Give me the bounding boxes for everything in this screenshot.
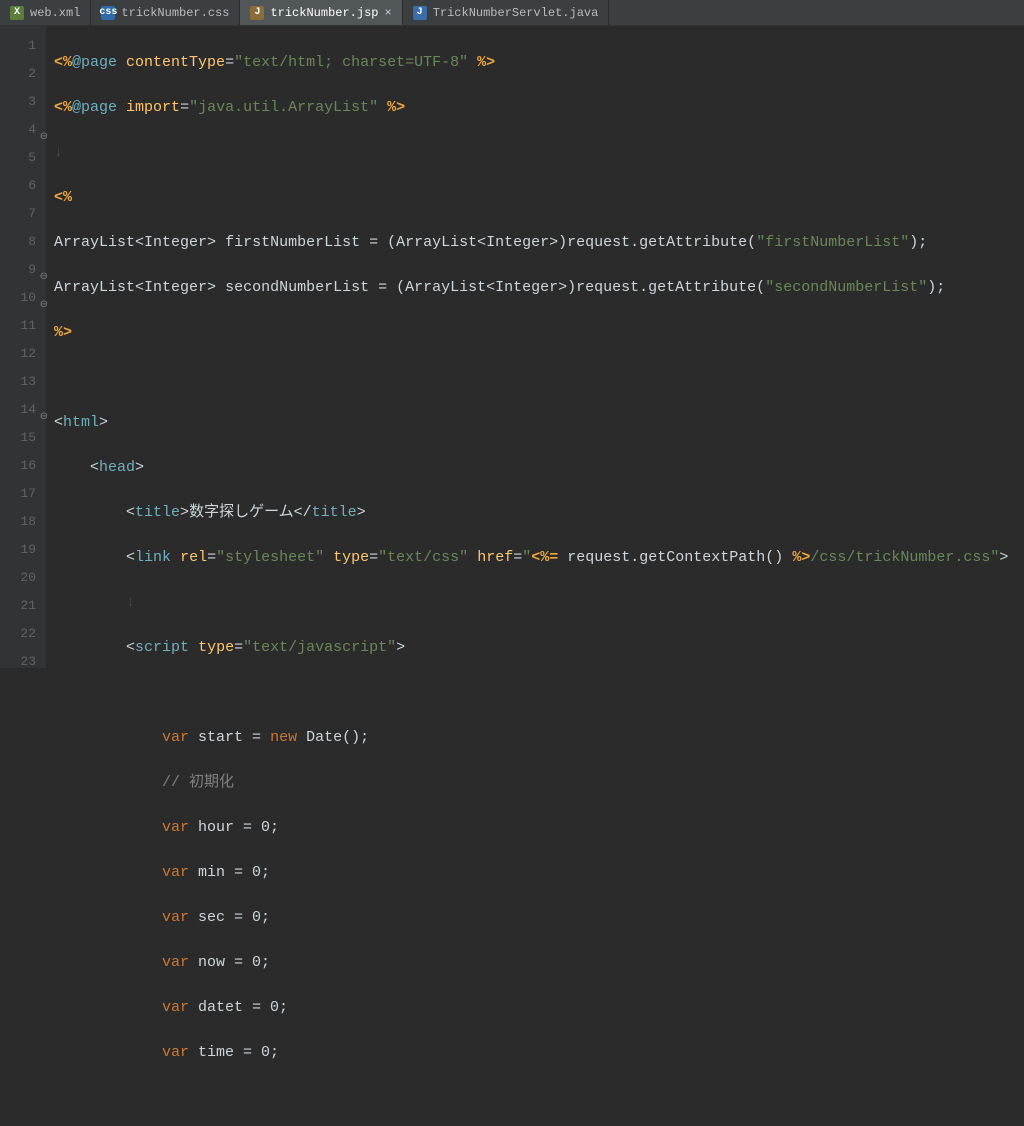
- fold-toggle-icon[interactable]: ⊖: [38, 292, 48, 302]
- fold-toggle-icon[interactable]: ⊖: [38, 124, 48, 134]
- line-number: 20: [0, 564, 46, 592]
- css-file-icon: css: [101, 6, 115, 20]
- tab-tricknumber-css[interactable]: css trickNumber.css: [91, 0, 240, 25]
- tab-servlet-java[interactable]: J TrickNumberServlet.java: [403, 0, 610, 25]
- line-number: 7: [0, 200, 46, 228]
- code-line: var hour = 0;: [54, 814, 1024, 842]
- line-number: 19: [0, 536, 46, 564]
- code-line: ArrayList<Integer> firstNumberList = (Ar…: [54, 229, 1024, 257]
- tab-label: trickNumber.jsp: [270, 6, 378, 20]
- code-line: <link rel="stylesheet" type="text/css" h…: [54, 544, 1024, 572]
- line-number-gutter: 1 2 3 4⊖ 5 6 7 8 9⊖ 10⊖ 11 12 13 14⊖ 15 …: [0, 26, 46, 668]
- code-line: var time = 0;: [54, 1039, 1024, 1067]
- code-line: <%@page contentType="text/html; charset=…: [54, 49, 1024, 77]
- tab-web-xml[interactable]: X web.xml: [0, 0, 91, 25]
- code-line: // 初期化: [54, 769, 1024, 797]
- tab-label: web.xml: [30, 6, 80, 20]
- code-line: ↓: [54, 139, 1024, 167]
- line-number: 8: [0, 228, 46, 256]
- code-line: <html>: [54, 409, 1024, 437]
- code-line: var min = 0;: [54, 859, 1024, 887]
- code-line: <script type="text/javascript">: [54, 634, 1024, 662]
- code-area[interactable]: <%@page contentType="text/html; charset=…: [46, 26, 1024, 668]
- line-number: 12: [0, 340, 46, 368]
- line-number: 14⊖: [0, 396, 46, 424]
- tab-label: TrickNumberServlet.java: [433, 6, 599, 20]
- code-line: var now = 0;: [54, 949, 1024, 977]
- xml-file-icon: X: [10, 6, 24, 20]
- code-editor: 1 2 3 4⊖ 5 6 7 8 9⊖ 10⊖ 11 12 13 14⊖ 15 …: [0, 26, 1024, 668]
- fold-toggle-icon[interactable]: ⊖: [38, 264, 48, 274]
- line-number: 15: [0, 424, 46, 452]
- code-line: <head>: [54, 454, 1024, 482]
- line-number: 17: [0, 480, 46, 508]
- line-number: 2: [0, 60, 46, 88]
- code-line: [54, 679, 1024, 707]
- line-number: 11: [0, 312, 46, 340]
- code-line: var start = new Date();: [54, 724, 1024, 752]
- line-number: 18: [0, 508, 46, 536]
- code-line: ArrayList<Integer> secondNumberList = (A…: [54, 274, 1024, 302]
- tab-label: trickNumber.css: [121, 6, 229, 20]
- code-line: <%@page import="java.util.ArrayList" %>: [54, 94, 1024, 122]
- code-line: var datet = 0;: [54, 994, 1024, 1022]
- line-number: 4⊖: [0, 116, 46, 144]
- code-line: [54, 364, 1024, 392]
- java-file-icon: J: [413, 6, 427, 20]
- close-icon[interactable]: ×: [384, 6, 391, 20]
- line-number: 3: [0, 88, 46, 116]
- code-line: var sec = 0;: [54, 904, 1024, 932]
- code-line: ↓: [54, 589, 1024, 617]
- line-number: 1: [0, 32, 46, 60]
- code-line: <%: [54, 184, 1024, 212]
- line-number: 13: [0, 368, 46, 396]
- jsp-file-icon: J: [250, 6, 264, 20]
- line-number: 16: [0, 452, 46, 480]
- editor-tabs: X web.xml css trickNumber.css J trickNum…: [0, 0, 1024, 26]
- line-number: 9⊖: [0, 256, 46, 284]
- line-number: 23: [0, 648, 46, 676]
- fold-toggle-icon[interactable]: ⊖: [38, 404, 48, 414]
- line-number: 6: [0, 172, 46, 200]
- tab-tricknumber-jsp[interactable]: J trickNumber.jsp ×: [240, 0, 402, 25]
- code-line: <title>数字探しゲーム</title>: [54, 499, 1024, 527]
- line-number: 21: [0, 592, 46, 620]
- line-number: 10⊖: [0, 284, 46, 312]
- code-line: %>: [54, 319, 1024, 347]
- line-number: 5: [0, 144, 46, 172]
- line-number: 22: [0, 620, 46, 648]
